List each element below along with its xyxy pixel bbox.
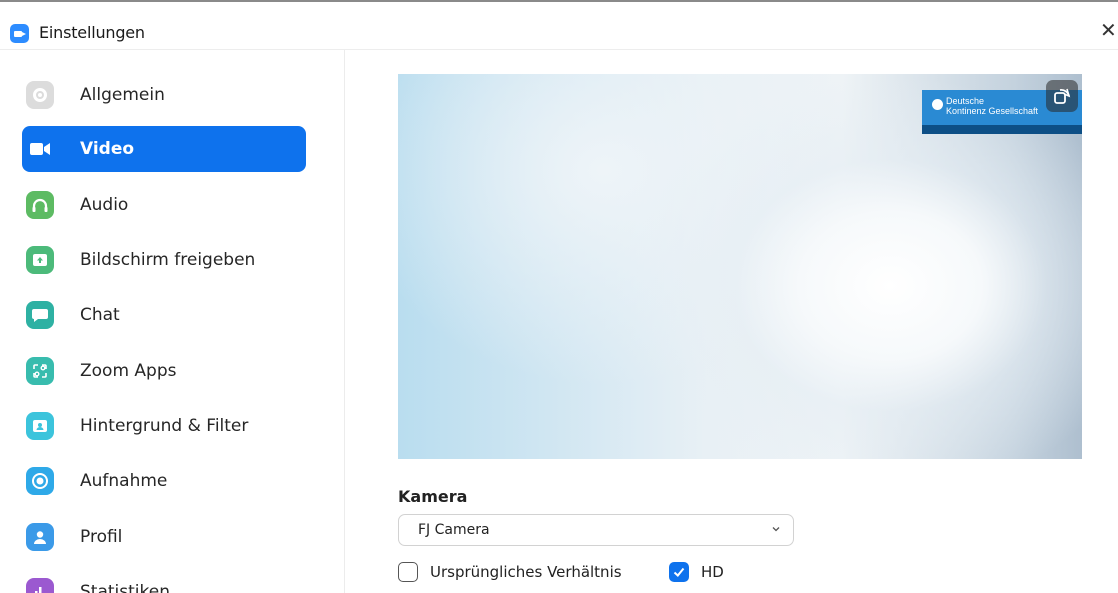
chat-bubble-icon [26, 301, 54, 329]
chevron-down-icon [772, 527, 780, 532]
original-ratio-checkbox[interactable] [398, 562, 418, 582]
hd-label: HD [701, 563, 724, 581]
sidebar-item-aufnahme[interactable]: Aufnahme [22, 458, 306, 504]
hd-checkbox[interactable] [669, 562, 689, 582]
sidebar-item-audio[interactable]: Audio [22, 182, 306, 228]
sidebar-item-label: Profil [80, 527, 123, 547]
close-icon[interactable]: ✕ [1100, 20, 1118, 40]
sidebar-item-hintergrund-filter[interactable]: Hintergrund & Filter [22, 403, 306, 449]
bubble-logo-icon [932, 99, 943, 110]
sidebar-item-label: Bildschirm freigeben [80, 250, 256, 270]
sidebar-item-profil[interactable]: Profil [22, 514, 306, 560]
banner-text-line2: Kontinenz Gesellschaft [946, 106, 1039, 116]
camera-select[interactable]: FJ Camera [398, 514, 794, 546]
background-filter-icon [26, 412, 54, 440]
apps-icon [26, 357, 54, 385]
sidebar-item-chat[interactable]: Chat [22, 292, 306, 338]
zoom-logo-icon [10, 24, 29, 43]
statistics-icon [26, 578, 54, 593]
checkmark-icon [673, 567, 685, 577]
video-settings-panel: Deutsche Kontinenz Gesellschaft Kamera F… [345, 50, 1118, 593]
sidebar-item-label: Hintergrund & Filter [80, 416, 249, 436]
sidebar-item-allgemein[interactable]: Allgemein [22, 72, 306, 118]
rotate-camera-icon [1054, 88, 1071, 104]
camera-select-value: FJ Camera [418, 522, 490, 538]
rotate-camera-button[interactable] [1046, 80, 1078, 112]
sidebar-item-label: Audio [80, 195, 129, 215]
original-ratio-option[interactable]: Ursprüngliches Verhältnis [398, 560, 622, 584]
gear-icon [26, 81, 54, 109]
video-preview: Deutsche Kontinenz Gesellschaft [398, 74, 1082, 459]
title-bar: Einstellungen ✕ [0, 2, 1118, 48]
original-ratio-label: Ursprüngliches Verhältnis [430, 563, 622, 581]
sidebar-item-bildschirm-freigeben[interactable]: Bildschirm freigeben [22, 237, 306, 283]
sidebar: Allgemein Video Audio Bildschirm freigeb… [0, 50, 345, 593]
sidebar-item-statistiken[interactable]: Statistiken [22, 569, 306, 593]
sidebar-item-label: Allgemein [80, 85, 165, 105]
sidebar-item-zoom-apps[interactable]: Zoom Apps [22, 348, 306, 394]
banner-stripe [922, 125, 1082, 134]
sidebar-item-label: Zoom Apps [80, 361, 177, 381]
sidebar-item-label: Aufnahme [80, 471, 168, 491]
sidebar-item-video[interactable]: Video [22, 126, 306, 172]
hd-option[interactable]: HD [669, 560, 724, 584]
window-title: Einstellungen [39, 23, 145, 42]
settings-window: Einstellungen ✕ Allgemein Video Audio Bi… [0, 0, 1118, 593]
sidebar-item-label: Statistiken [80, 582, 170, 593]
camera-section-label: Kamera [398, 487, 468, 506]
sidebar-item-label: Chat [80, 305, 120, 325]
video-camera-icon [26, 135, 54, 163]
headphones-icon [26, 191, 54, 219]
record-icon [26, 467, 54, 495]
share-screen-icon [26, 246, 54, 274]
sidebar-item-label: Video [80, 139, 135, 159]
banner-text-line1: Deutsche [946, 96, 985, 106]
profile-icon [26, 523, 54, 551]
